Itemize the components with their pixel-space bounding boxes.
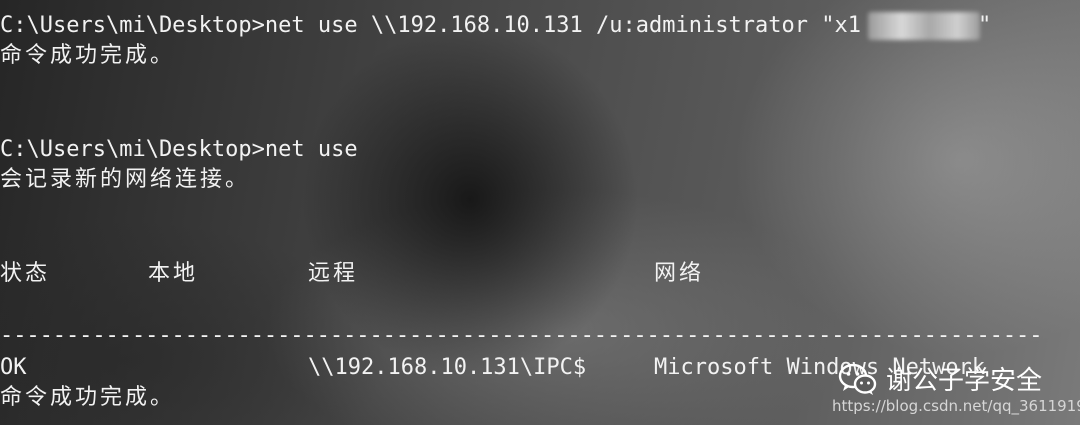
terminal-window[interactable]: C:\Users\mi\Desktop>net use \\192.168.10…	[0, 0, 1080, 425]
command-result-success: 命令成功完成。	[0, 43, 176, 68]
watermark-text: 谢公子学安全	[886, 366, 1043, 396]
command-line-net-use-connect: C:\Users\mi\Desktop>net use \\192.168.10…	[0, 13, 861, 38]
header-remote: 远程	[308, 261, 359, 286]
csdn-watermark-url: https://blog.csdn.net/qq_36119192	[832, 397, 1080, 415]
header-local: 本地	[148, 261, 199, 286]
command-closing-quote: "	[978, 13, 992, 38]
table-separator: ----------------------------------------…	[0, 323, 1043, 348]
redacted-password	[868, 12, 980, 40]
header-network: 网络	[654, 261, 705, 286]
wechat-icon	[838, 363, 877, 395]
row-status: OK	[0, 355, 27, 380]
row-remote: \\192.168.10.131\IPC$	[308, 355, 587, 380]
watermark: 谢公子学安全	[838, 360, 1042, 397]
info-new-connections: 会记录新的网络连接。	[0, 167, 251, 192]
header-status: 状态	[0, 261, 51, 286]
command-line-net-use: C:\Users\mi\Desktop>net use	[0, 137, 358, 162]
command-result-success-2: 命令成功完成。	[0, 385, 176, 410]
